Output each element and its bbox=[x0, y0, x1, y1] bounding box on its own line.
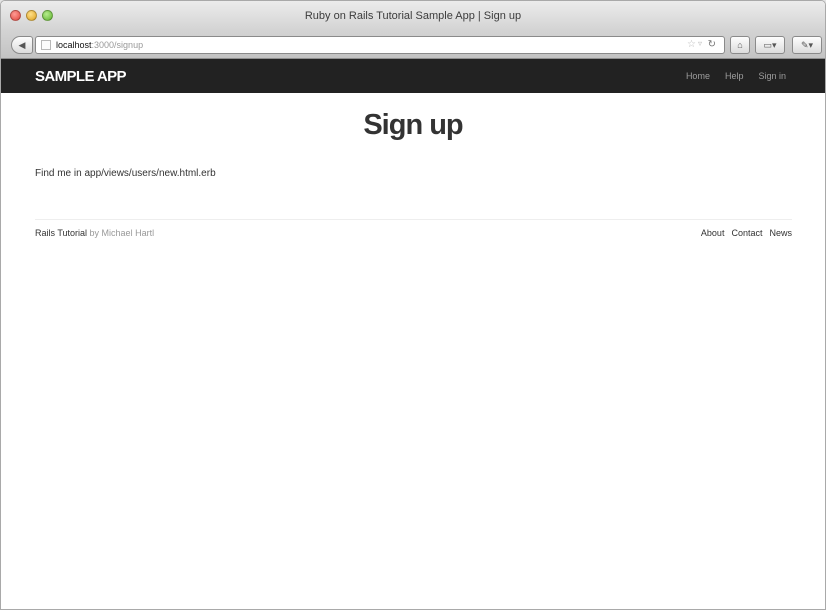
dropdown-icon[interactable]: ▿ bbox=[698, 39, 702, 48]
footer: Rails Tutorial by Michael Hartl About Co… bbox=[35, 219, 792, 238]
bookmarks-button[interactable]: ▭▾ bbox=[755, 36, 785, 54]
favicon-icon bbox=[41, 40, 51, 50]
footer-link-contact[interactable]: Contact bbox=[731, 228, 762, 238]
page-title: Sign up bbox=[363, 109, 463, 141]
back-button[interactable]: ◀ bbox=[11, 36, 33, 54]
footer-rails-tutorial-link[interactable]: Rails Tutorial bbox=[35, 228, 87, 238]
url-path: :3000/signup bbox=[91, 40, 144, 50]
nav-links: Home Help Sign in bbox=[686, 71, 786, 81]
star-icon[interactable]: ☆ bbox=[687, 39, 696, 50]
nav-link-sign-in[interactable]: Sign in bbox=[758, 71, 786, 81]
footer-links: About Contact News bbox=[701, 228, 792, 238]
bookmark-icon: ▭▾ bbox=[763, 40, 777, 50]
footer-link-about[interactable]: About bbox=[701, 228, 725, 238]
footer-author[interactable]: by Michael Hartl bbox=[90, 228, 155, 238]
back-arrow-icon: ◀ bbox=[18, 40, 26, 50]
url-host: localhost bbox=[56, 40, 92, 50]
browser-toolbar: ◀ localhost:3000/signup ☆ ▿ ↻ ⌂ ▭▾ ✎▾ bbox=[1, 31, 825, 59]
footer-link-news[interactable]: News bbox=[769, 228, 792, 238]
window-title: Ruby on Rails Tutorial Sample App | Sign… bbox=[304, 10, 522, 22]
browser-window: Ruby on Rails Tutorial Sample App | Sign… bbox=[0, 0, 826, 610]
url-text: localhost:3000/signup bbox=[56, 40, 143, 50]
navbar: SAMPLE APP Home Help Sign in bbox=[1, 59, 825, 93]
page-content: SAMPLE APP Home Help Sign in Sign up Fin… bbox=[1, 59, 825, 609]
home-button[interactable]: ⌂ bbox=[730, 36, 750, 54]
address-bar[interactable]: localhost:3000/signup ☆ ▿ ↻ bbox=[35, 36, 725, 54]
extension-icon: ✎▾ bbox=[800, 40, 814, 50]
body-text: Find me in app/views/users/new.html.erb bbox=[35, 168, 216, 179]
nav-link-help[interactable]: Help bbox=[725, 71, 744, 81]
title-bar: Ruby on Rails Tutorial Sample App | Sign… bbox=[1, 1, 825, 31]
extensions-button[interactable]: ✎▾ bbox=[792, 36, 822, 54]
reload-icon[interactable]: ↻ bbox=[708, 39, 716, 50]
home-icon: ⌂ bbox=[737, 40, 743, 50]
brand-logo[interactable]: SAMPLE APP bbox=[35, 68, 127, 85]
nav-link-home[interactable]: Home bbox=[686, 71, 710, 81]
footer-credit: Rails Tutorial by Michael Hartl bbox=[35, 228, 154, 238]
